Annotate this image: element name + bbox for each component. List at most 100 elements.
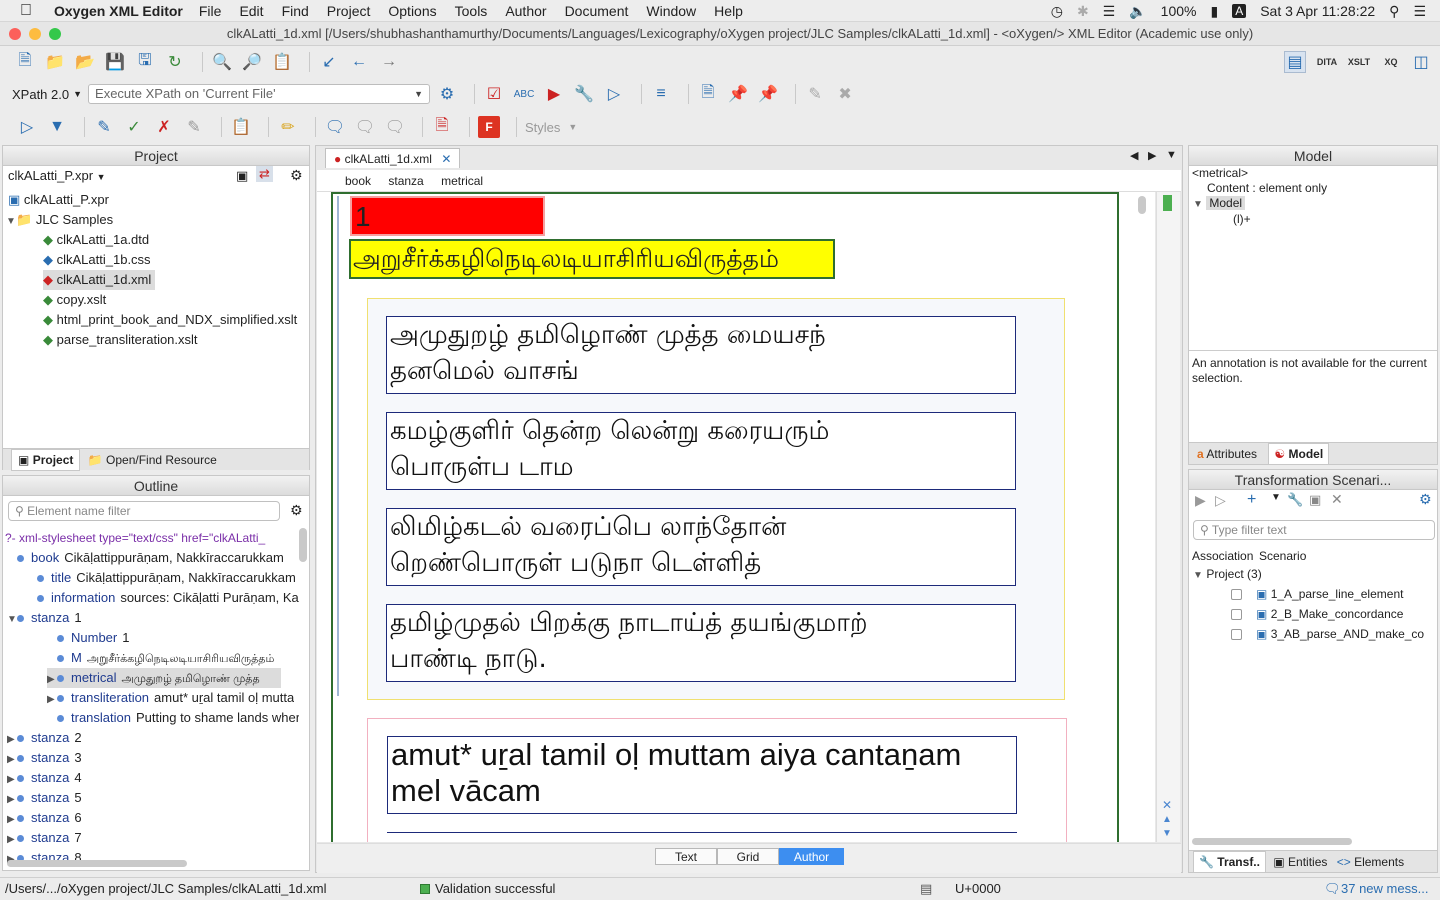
spellcheck-icon[interactable]: ABC xyxy=(513,83,535,105)
duplicate-scenario-icon[interactable]: ▣ xyxy=(1309,492,1321,508)
close-window-button[interactable] xyxy=(9,28,21,40)
mode-tab-text[interactable]: Text xyxy=(655,848,717,865)
apply-scenario-icon[interactable]: ▶ xyxy=(1195,492,1206,509)
tree-item-file[interactable]: ◆ copy.xslt xyxy=(43,290,106,310)
outline-row[interactable]: ▶ stanza 6 xyxy=(7,808,82,828)
outline-row[interactable]: ▶ stanza 5 xyxy=(7,788,82,808)
transliteration-line-2[interactable] xyxy=(387,832,1017,842)
outline-row[interactable]: ▶ stanza 4 xyxy=(7,768,82,788)
outline-row[interactable]: ▶ transliteration amut* uṟal tamil oḷ mutt… xyxy=(47,688,294,708)
metrical-line-3[interactable]: லிமிழ்கடல் வரைப்பெ லாந்தோன் றெண்பொருள் பட… xyxy=(386,508,1016,586)
debug-transform-icon[interactable]: ▷ xyxy=(603,83,625,105)
xquery-perspective-icon[interactable]: XQ xyxy=(1380,51,1402,73)
scenario-checkbox[interactable] xyxy=(1231,629,1242,641)
outline-row[interactable]: M அறுசீர்க்கழிநெடிலடியாசிரியவிருத்தம் xyxy=(47,648,274,668)
menu-window[interactable]: Window xyxy=(646,3,696,19)
battery-percent[interactable]: 100% xyxy=(1161,3,1197,19)
expand-icon[interactable]: ▶ xyxy=(7,810,17,828)
column-association[interactable]: Association xyxy=(1192,549,1253,563)
expand-icon[interactable]: ▶ xyxy=(47,690,57,708)
element-filter-input[interactable]: ⚲ Element name filter xyxy=(8,501,280,521)
close-tab-icon[interactable]: ✕ xyxy=(441,152,451,166)
scenario-hscrollbar[interactable] xyxy=(1192,838,1352,845)
pin-green-icon[interactable]: 📌 xyxy=(757,83,779,105)
xpath-input[interactable]: Execute XPath on 'Current File' ▼ xyxy=(88,84,431,104)
breadcrumb-book[interactable]: book xyxy=(345,174,371,188)
clear-markup-icon[interactable]: 🗎 xyxy=(431,116,453,138)
reject-change-icon[interactable]: ✗ xyxy=(153,116,175,138)
chevron-down-icon[interactable]: ▼ xyxy=(1271,492,1281,503)
menu-author[interactable]: Author xyxy=(505,3,546,19)
outline-row[interactable]: ▶ stanza 7 xyxy=(7,828,82,848)
pin-icon[interactable]: 📌 xyxy=(727,83,749,105)
messages-icon[interactable]: 🗨 xyxy=(1324,878,1341,900)
breadcrumb-stanza[interactable]: stanza xyxy=(388,174,423,188)
expand-icon[interactable]: ▶ xyxy=(7,770,17,788)
add-comment-icon[interactable]: 🗨 xyxy=(324,116,346,138)
tab-open-find-resource[interactable]: 📁 Open/Find Resource xyxy=(88,453,217,467)
metrical-line-2[interactable]: கமழ்குளிர் தென்ற லென்று கரையரும் பொருள்ப … xyxy=(386,412,1016,490)
notification-center-icon[interactable]: ☰ xyxy=(1413,3,1426,20)
minimize-window-button[interactable] xyxy=(29,28,41,40)
scenario-row[interactable]: ▣ 1_A_parse_line_element xyxy=(1231,587,1403,601)
validation-status[interactable]: Validation successful xyxy=(435,878,555,900)
find-icon[interactable]: 🔍 xyxy=(211,51,233,73)
close-marker-icon[interactable]: ✕ xyxy=(1162,798,1172,812)
menu-document[interactable]: Document xyxy=(565,3,629,19)
scenario-checkbox[interactable] xyxy=(1231,589,1242,601)
project-file-selector[interactable]: clkALatti_P.xpr ▼ xyxy=(8,168,106,183)
xslt-perspective-icon[interactable]: XSLT xyxy=(1348,51,1370,73)
forward-icon[interactable]: → xyxy=(378,51,400,73)
tree-item-project[interactable]: ▣ clkALatti_P.xpr xyxy=(8,190,109,210)
open-url-icon[interactable]: 📂 xyxy=(74,51,96,73)
expand-icon[interactable]: ▼ xyxy=(1193,570,1203,581)
outline-settings-icon[interactable]: ⚙ xyxy=(290,502,303,519)
chevron-down-icon[interactable]: ▼ xyxy=(568,122,577,132)
expand-icon[interactable]: ▼ xyxy=(1193,199,1203,210)
mode-tab-author[interactable]: Author xyxy=(779,848,844,865)
tab-elements[interactable]: <> Elements xyxy=(1337,855,1404,869)
find-in-files-icon[interactable]: 🔎 xyxy=(241,51,263,73)
xpath-version[interactable]: XPath 2.0 xyxy=(12,87,69,102)
tab-entities[interactable]: ▣ Entities xyxy=(1273,855,1327,869)
tags-display-icon[interactable]: ▷ xyxy=(16,116,38,138)
bluetooth-icon[interactable]: ✱ xyxy=(1077,3,1089,20)
last-edit-icon[interactable]: ↙ xyxy=(318,51,340,73)
remove-scenario-icon[interactable]: ✕ xyxy=(1331,491,1343,508)
xpath-settings-icon[interactable]: ⚙ xyxy=(436,83,458,105)
save-all-icon[interactable]: 🖫 xyxy=(134,51,156,73)
scroll-thumb[interactable] xyxy=(1138,196,1146,214)
configure-transform-icon[interactable]: 🔧 xyxy=(573,83,595,105)
outline-row-selected[interactable]: ▶ metrical அமுதுறழ் தமிழொண் முத்த xyxy=(47,668,281,688)
mode-tab-grid[interactable]: Grid xyxy=(717,848,779,865)
scenario-checkbox[interactable] xyxy=(1231,609,1242,621)
format-indent-icon[interactable]: ≡ xyxy=(650,83,672,105)
outline-row[interactable]: translation Putting to shame lands wher xyxy=(47,708,299,728)
outline-row[interactable]: ▶ stanza 2 xyxy=(7,728,82,748)
scenario-filter-input[interactable]: ⚲ Type filter text xyxy=(1193,520,1435,540)
menu-edit[interactable]: Edit xyxy=(239,3,263,19)
wifi-icon[interactable]: ☰ xyxy=(1103,3,1116,20)
track-changes-icon[interactable]: ✎ xyxy=(93,116,115,138)
messages-link[interactable]: 37 new mess... xyxy=(1341,878,1428,900)
back-icon[interactable]: ← xyxy=(348,51,370,73)
outline-row[interactable]: title Cikāḷattippurāṇam, Nakkīraccarukkam xyxy=(27,568,296,588)
outline-row[interactable]: Number 1 xyxy=(47,628,129,648)
tree-item-file[interactable]: ◆ clkALatti_1a.dtd xyxy=(43,230,149,250)
outline-pi[interactable]: ?- xml-stylesheet type="text/css" href="… xyxy=(5,528,265,548)
model-tree-row[interactable]: ▼ Model xyxy=(1193,196,1246,210)
expand-icon[interactable]: ▶ xyxy=(7,790,17,808)
run-transform-icon[interactable]: ▶ xyxy=(543,83,565,105)
scenario-settings-icon[interactable]: ⚙ xyxy=(1419,491,1432,508)
outline-row[interactable]: ▶ stanza 3 xyxy=(7,748,82,768)
scenario-row[interactable]: ▣ 3_AB_parse_AND_make_co xyxy=(1231,627,1437,641)
remove-comment-icon[interactable]: 🗨 xyxy=(384,116,406,138)
tab-left-icon[interactable]: ◀ xyxy=(1130,149,1138,162)
expand-icon[interactable]: ▶ xyxy=(7,730,17,748)
outline-row[interactable]: information sources: Cikāḷatti Purāṇam, K… xyxy=(27,588,299,608)
menu-options[interactable]: Options xyxy=(388,3,436,19)
import-icon[interactable]: 🗎 xyxy=(697,83,719,105)
edit-scenario-icon[interactable]: 🔧 xyxy=(1287,492,1303,508)
expand-icon[interactable]: ▼ xyxy=(6,212,16,232)
author-perspective-icon[interactable]: ▤ xyxy=(1284,51,1306,73)
